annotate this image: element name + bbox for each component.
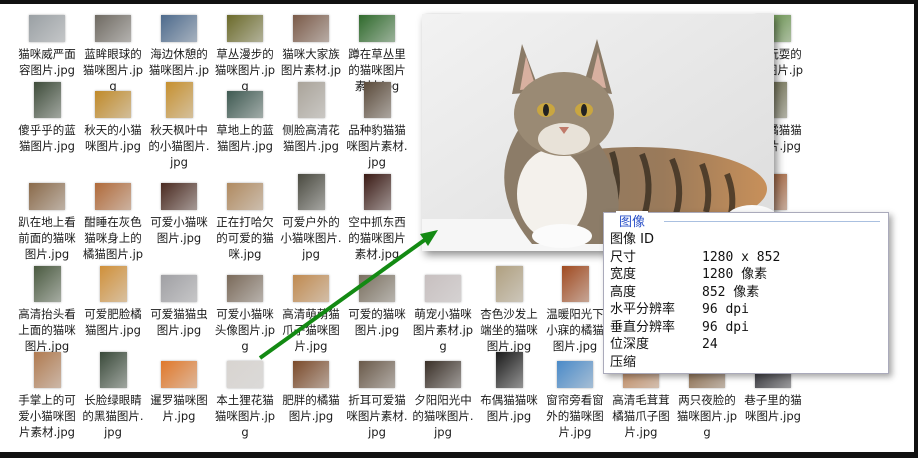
annotation-arrow xyxy=(258,230,438,360)
